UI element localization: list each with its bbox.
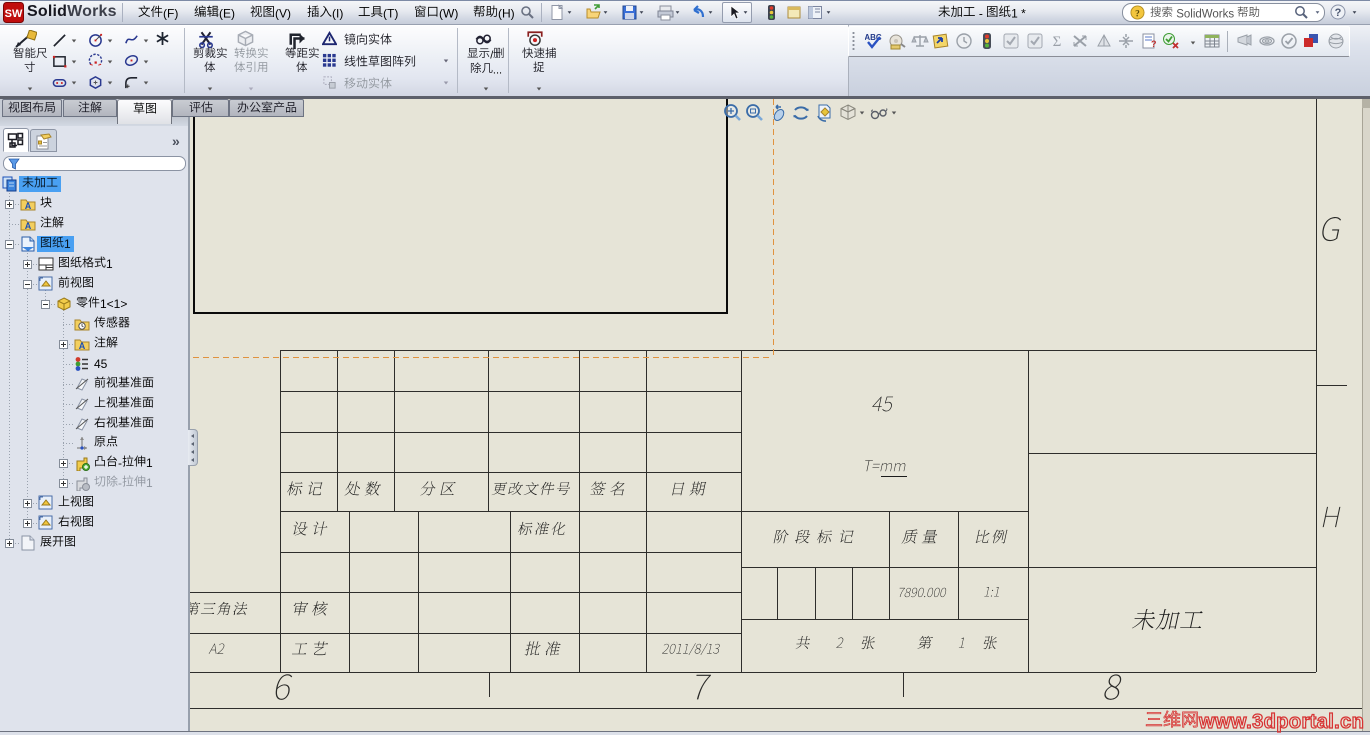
- svg-text:Σ: Σ: [1053, 34, 1062, 50]
- svg-text:A: A: [25, 201, 32, 211]
- svg-text:?: ?: [1151, 39, 1157, 49]
- svg-text:A: A: [79, 341, 86, 351]
- svg-text:SW: SW: [5, 8, 23, 20]
- svg-text:A: A: [25, 221, 32, 231]
- svg-text:?: ?: [1135, 9, 1140, 19]
- svg-text:?: ?: [1335, 7, 1342, 19]
